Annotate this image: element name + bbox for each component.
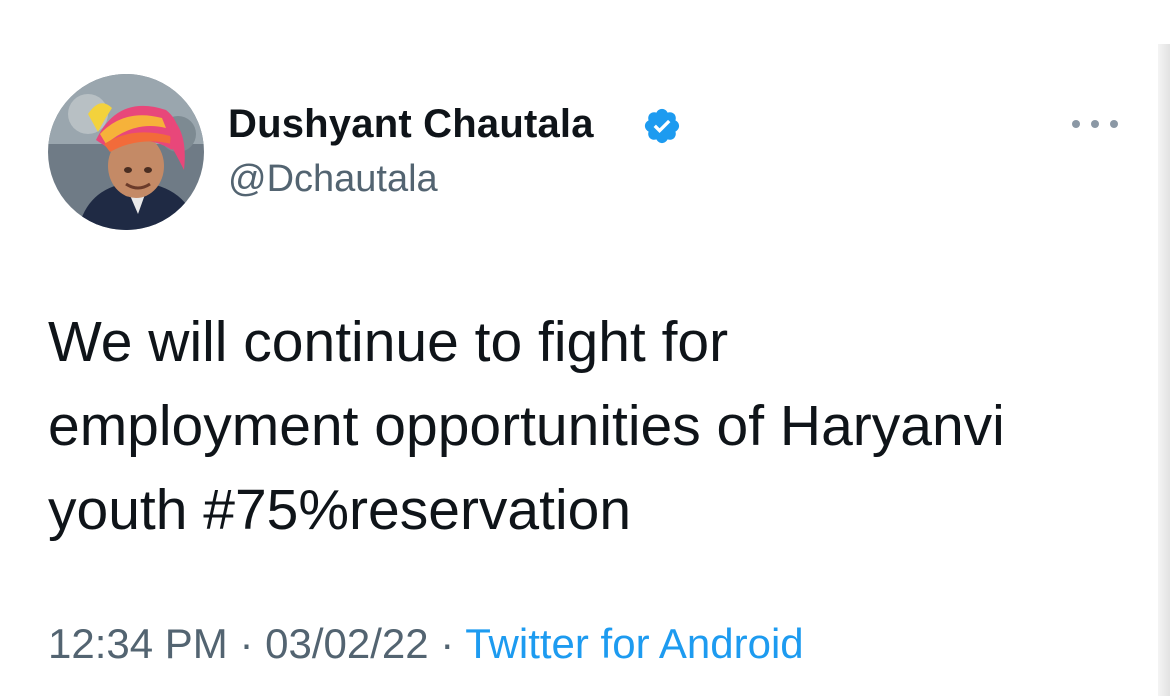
dot <box>1091 120 1099 128</box>
avatar[interactable] <box>48 74 204 230</box>
tweet-time[interactable]: 12:34 PM <box>48 620 228 667</box>
avatar-photo <box>48 74 204 230</box>
tweet-text: We will continue to fight for employment… <box>48 300 1138 552</box>
tweet-line: youth #75%reservation <box>48 478 632 542</box>
author-name[interactable]: Dushyant Chautala <box>228 102 594 147</box>
tweet-line: We will continue to fight for <box>48 310 729 374</box>
separator: · <box>428 620 466 667</box>
dot <box>1072 120 1080 128</box>
scrollbar-edge <box>1158 44 1170 696</box>
tweet-source-link[interactable]: Twitter for Android <box>465 620 803 667</box>
author-handle[interactable]: @Dchautala <box>228 158 438 201</box>
verified-badge-icon <box>644 108 680 144</box>
more-options-icon[interactable] <box>1072 112 1118 136</box>
tweet-date[interactable]: 03/02/22 <box>265 620 429 667</box>
tweet-line: employment opportunities of Haryanvi <box>48 394 1005 458</box>
dot <box>1110 120 1118 128</box>
separator: · <box>227 620 266 667</box>
tweet-metadata: 12:34 PM · 03/02/22 · Twitter for Androi… <box>48 620 804 668</box>
